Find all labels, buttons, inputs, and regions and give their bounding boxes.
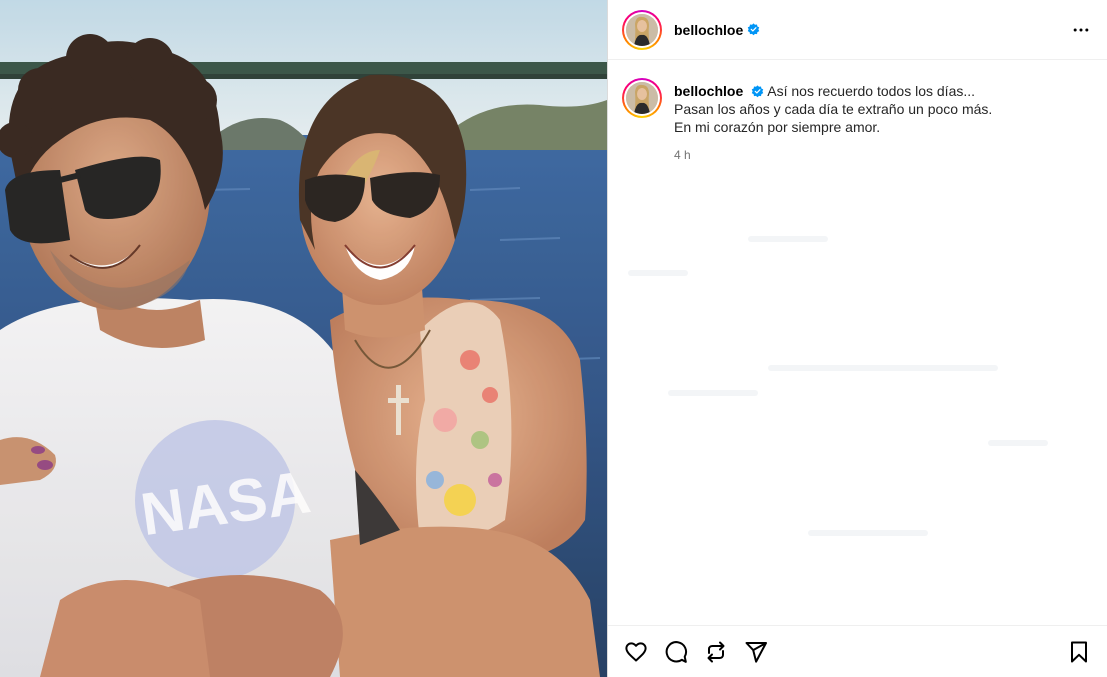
avatar-photo xyxy=(626,13,658,46)
comments-area: bellochloe Así nos recuerdo todos los dí… xyxy=(608,60,1107,625)
like-button[interactable] xyxy=(624,640,648,664)
post-photo-illustration: NASA xyxy=(0,0,607,677)
author-avatar[interactable] xyxy=(622,9,662,50)
verified-badge-icon xyxy=(751,85,764,98)
caption-avatar[interactable] xyxy=(622,78,662,118)
post-header: bellochloe xyxy=(608,0,1107,60)
verified-badge-icon xyxy=(747,23,760,36)
post-photo[interactable]: NASA xyxy=(0,0,607,677)
post-timestamp[interactable]: 4 h xyxy=(674,146,992,164)
comment-button[interactable] xyxy=(664,640,688,664)
caption-line-2: Pasan los años y cada día te extraño un … xyxy=(674,101,993,117)
comment-icon xyxy=(665,640,688,663)
send-icon xyxy=(745,641,767,663)
caption-line-3: En mi corazón por siempre amor. xyxy=(674,119,881,135)
share-button[interactable] xyxy=(744,640,768,664)
faded-comments xyxy=(608,230,1107,625)
more-options-icon[interactable] xyxy=(1069,18,1093,42)
action-bar xyxy=(608,625,1107,677)
avatar-photo xyxy=(626,82,658,114)
author-username[interactable]: bellochloe xyxy=(674,22,743,38)
repost-button[interactable] xyxy=(704,640,728,664)
post-side-panel: bellochloe bellochloe Así nos recuerdo t… xyxy=(608,0,1107,677)
instagram-post: NASA bellochloe bellochloe Así nos recue… xyxy=(0,0,1107,677)
caption-line-1: Así nos recuerdo todos los días... xyxy=(767,83,976,99)
caption-text-block: bellochloe Así nos recuerdo todos los dí… xyxy=(674,78,992,164)
save-button[interactable] xyxy=(1067,640,1091,664)
repost-icon xyxy=(707,641,725,662)
caption-username[interactable]: bellochloe xyxy=(674,83,743,99)
bookmark-icon xyxy=(1071,641,1087,662)
heart-icon xyxy=(625,641,647,661)
caption: bellochloe Así nos recuerdo todos los dí… xyxy=(622,78,1093,164)
